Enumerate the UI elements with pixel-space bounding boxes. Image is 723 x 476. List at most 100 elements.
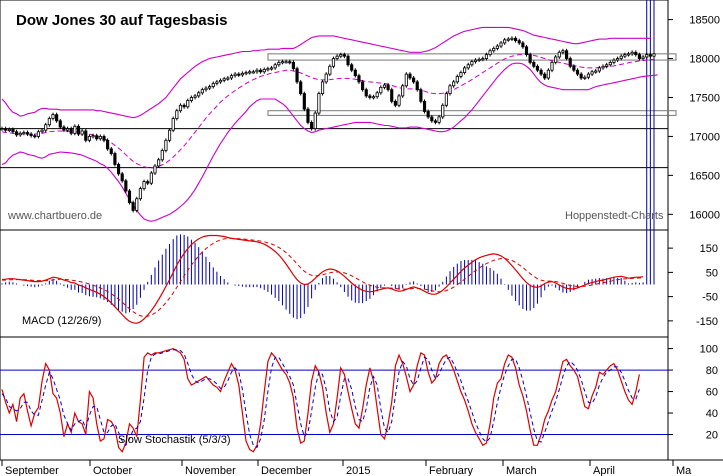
price-candle: [353, 69, 357, 77]
price-candle: [419, 89, 423, 102]
price-candle: [426, 111, 430, 118]
price-candle: [22, 132, 26, 135]
chart-root: 18500 18000 17500 17000 16500 16000 150 50 -50 -1…: [0, 0, 723, 476]
price-candle: [648, 54, 652, 57]
price-candle: [33, 135, 37, 138]
price-candle: [80, 130, 84, 135]
price-candle: [211, 83, 215, 87]
price-candle: [575, 69, 580, 75]
price-candle: [106, 139, 110, 150]
price-candle: [226, 77, 230, 80]
price-candle: [62, 126, 66, 131]
price-candle: [448, 85, 452, 94]
macd-label: MACD (12/26/9): [22, 315, 101, 327]
price-candle: [390, 89, 394, 102]
price-chart-title: Dow Jones 30 auf Tagesbasis: [16, 12, 227, 29]
price-candle: [535, 65, 540, 71]
price-candle: [269, 67, 274, 70]
price-candle: [299, 81, 303, 94]
month-label: October: [93, 465, 132, 476]
price-candle: [200, 89, 204, 94]
price-candle: [244, 72, 248, 75]
month-label: March: [506, 465, 537, 476]
price-candle: [601, 65, 605, 69]
price-candle: [652, 53, 656, 57]
price-candle: [612, 59, 616, 63]
price-candle: [331, 58, 336, 67]
price-candle: [397, 95, 401, 106]
price-candle: [113, 153, 117, 165]
price-candle: [539, 69, 543, 75]
price-candle: [619, 55, 623, 59]
macd-y-tick-label: 150: [700, 243, 718, 255]
price-candle: [455, 76, 459, 83]
price-candle: [572, 65, 576, 71]
price-candle: [608, 62, 612, 66]
macd-y-tick-label: -50: [702, 292, 718, 304]
price-candle: [76, 125, 81, 135]
month-label: December: [261, 465, 312, 476]
price-candle: [597, 67, 601, 72]
price-candle: [91, 135, 95, 138]
price-candle: [84, 130, 88, 141]
price-candle: [452, 81, 456, 87]
price-candle: [273, 64, 277, 69]
price-candle: [51, 114, 55, 119]
price-candle: [7, 129, 11, 132]
price-candle: [521, 42, 525, 48]
price-candle: [594, 70, 598, 73]
price-candle: [499, 42, 503, 47]
price-candle: [73, 125, 77, 134]
price-candle: [25, 132, 30, 135]
price-candle: [142, 181, 146, 190]
price-candle: [645, 54, 649, 58]
price-candle: [277, 62, 281, 66]
price-candle: [204, 87, 208, 91]
stochastic-y-tick-label: 40: [706, 408, 718, 420]
price-candle: [215, 81, 219, 84]
price-candle: [280, 61, 285, 64]
price-candle: [586, 73, 591, 78]
price-candle: [605, 64, 609, 67]
price-candle: [641, 56, 645, 59]
price-candle: [14, 131, 19, 136]
price-candle: [58, 120, 62, 128]
price-y-tick-label: 18500: [689, 15, 720, 27]
price-candle: [237, 73, 241, 76]
price-candle: [124, 180, 128, 192]
price-candle: [637, 54, 642, 59]
price-candle: [197, 92, 201, 97]
month-label: November: [185, 465, 236, 476]
stochastic-y-tick-label: 60: [706, 387, 718, 399]
price-candle: [135, 198, 139, 211]
price-candle: [495, 45, 499, 49]
price-candle: [514, 37, 518, 42]
price-candle: [430, 116, 434, 122]
price-candle: [401, 85, 405, 97]
price-candle: [404, 73, 408, 87]
price-candle: [433, 120, 438, 123]
price-candle: [623, 54, 627, 57]
price-candle: [626, 53, 631, 56]
price-candle: [415, 81, 419, 91]
price-candle: [473, 59, 478, 63]
price-candle: [342, 54, 346, 57]
macd-y-tick-label: 50: [706, 267, 718, 279]
source-left-credit: www.chartbuero.de: [7, 210, 102, 222]
price-candle: [175, 110, 179, 119]
price-candle: [87, 136, 91, 141]
price-candle: [350, 64, 354, 71]
price-candle: [36, 131, 41, 137]
source-right-credit: Hoppenstedt-Charts: [565, 210, 664, 222]
price-candle: [157, 159, 161, 167]
price-candle: [546, 69, 550, 79]
price-candle: [288, 61, 292, 64]
stochastic-label: Slow Stochastik (5/3/3): [118, 434, 231, 446]
month-label: February: [429, 465, 474, 476]
price-candle: [630, 51, 634, 55]
price-candle: [262, 69, 266, 73]
price-candle: [182, 104, 186, 108]
price-candle: [386, 84, 390, 91]
price-candle: [47, 118, 51, 126]
price-candle: [109, 148, 113, 154]
